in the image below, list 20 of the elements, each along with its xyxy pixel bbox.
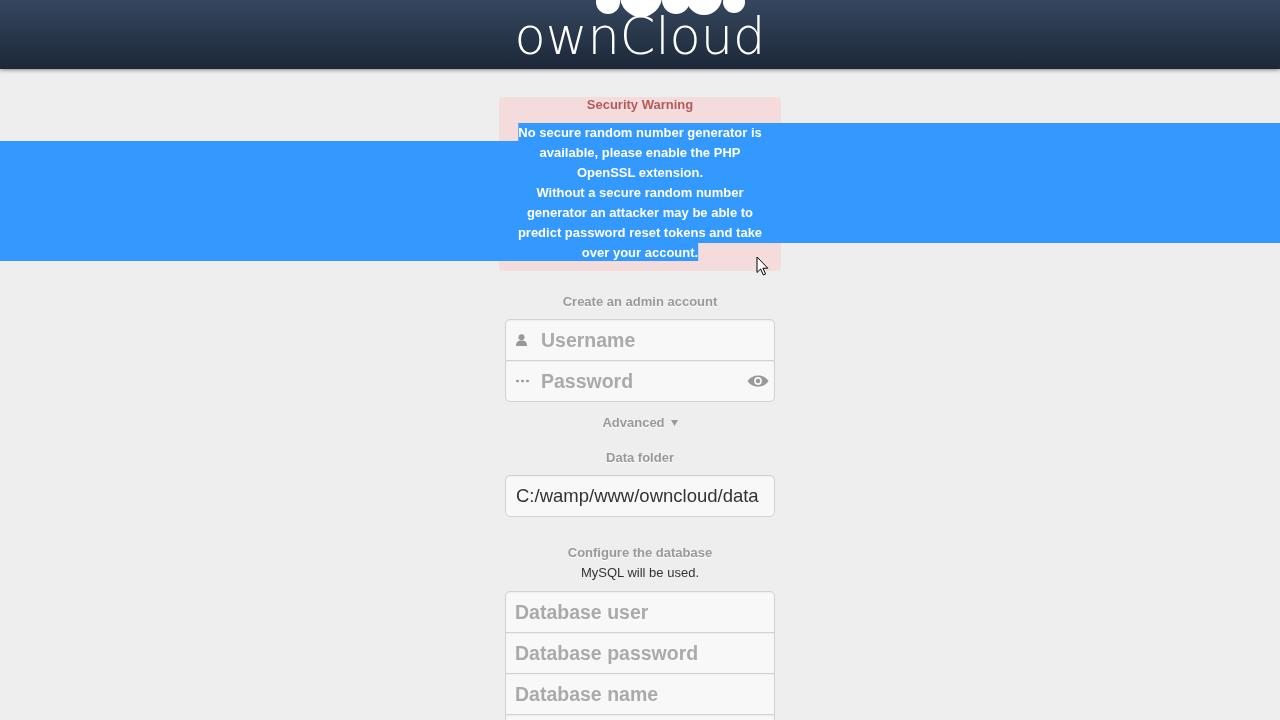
eye-icon[interactable] (747, 374, 769, 388)
dots-icon (516, 379, 529, 383)
input-field[interactable]: Password (505, 360, 775, 402)
input-field[interactable]: Database password (505, 632, 775, 674)
warning-text: No secure random number generator is available, please enable the PHP OpenSSL extension. (517, 124, 763, 182)
user-icon (516, 334, 527, 346)
warning-text: Without a secure random number generator an attacker may be able to predict password reset tokens and take over your account. (516, 184, 764, 262)
database-note: MySQL will be used. (581, 565, 699, 581)
input-field[interactable]: C:/wamp/www/owncloud/data (505, 475, 775, 517)
field-label: Data folder (606, 450, 674, 466)
section-heading: Configure the database (567, 545, 713, 561)
input-field[interactable]: Database name (505, 673, 775, 715)
input-field[interactable]: Database user (505, 591, 775, 633)
logo-text: ownCloud (514, 11, 766, 62)
cursor-icon (756, 256, 769, 276)
input-field[interactable] (505, 714, 775, 720)
warning-title: Security Warning (585, 97, 695, 113)
input-field[interactable]: Username (505, 319, 775, 361)
section-heading: Create an admin account (562, 294, 718, 310)
cloud-icon (596, 0, 746, 17)
